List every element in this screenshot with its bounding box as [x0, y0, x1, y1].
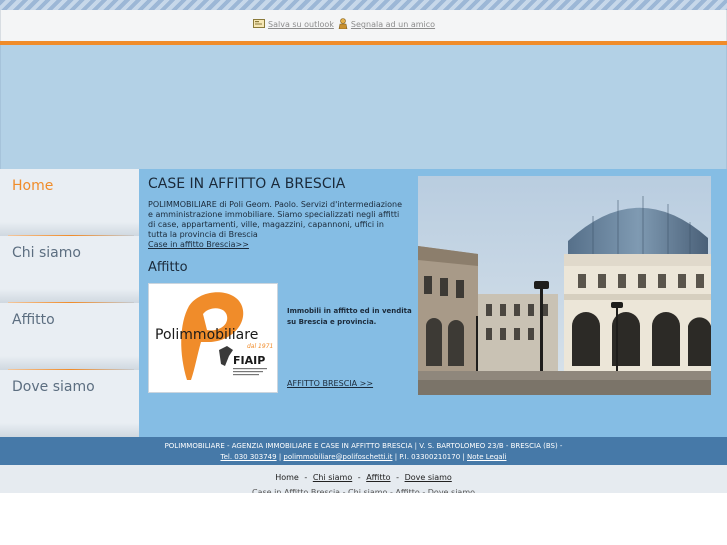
logo-name: Polimmobiliare — [155, 327, 258, 343]
toolbar-links: Salva su outlook Segnala ad un amico — [253, 18, 435, 31]
top-stripe — [0, 0, 727, 10]
sidebar-item-affitto[interactable]: Affitto — [0, 303, 139, 370]
sidebar-item-chi-siamo[interactable]: Chi siamo — [0, 236, 139, 303]
logo-since: dal 1971 — [247, 343, 273, 350]
footer-email-link[interactable]: polimmobiliare@polifoschetti.it — [283, 453, 392, 461]
promo-text: Immobili in affitto ed in vendita su Bre… — [287, 307, 412, 326]
bottom-nav: Home - Chi siamo - Affitto - Dove siamo … — [0, 465, 727, 493]
nav-shade — [0, 423, 139, 437]
nav-shade — [0, 356, 139, 370]
footer-piva: | P.I. 03300210170 | — [392, 453, 467, 461]
bottom-nav-home[interactable]: Home — [275, 473, 299, 482]
logo-graphic: Polimmobiliare dal 1971 FIAIP — [155, 292, 273, 380]
bottom-nav-links: Home - Chi siamo - Affitto - Dove siamo — [0, 473, 727, 482]
fiaip-badge: FIAIP — [233, 354, 265, 367]
nav-dash: - — [396, 473, 400, 482]
nav-shade — [0, 289, 139, 303]
sidebar-item-home[interactable]: Home — [0, 169, 139, 236]
bottom-nav-dove-siamo[interactable]: Dove siamo — [405, 473, 452, 482]
sidebar-item-label: Affitto — [12, 312, 55, 328]
main-content: CASE IN AFFITTO A BRESCIA POLIMMOBILIARE… — [139, 169, 727, 437]
footer-address: POLIMMOBILIARE - AGENZIA IMMOBILIARE E C… — [164, 442, 563, 450]
footer-contacts: Tel. 030 303749 | polimmobiliare@polifos… — [0, 453, 727, 461]
affitto-brescia-link[interactable]: AFFITTO BRESCIA >> — [287, 379, 373, 388]
nav-dash: - — [357, 473, 361, 482]
case-affitto-link[interactable]: Case in affitto Brescia>> — [148, 240, 249, 249]
piazza-photo — [418, 176, 711, 395]
bottom-nav-cut-line: Case in Affitto Brescia - Chi siamo - Af… — [0, 489, 727, 493]
company-logo: Polimmobiliare dal 1971 FIAIP — [148, 283, 278, 393]
bottom-nav-affitto[interactable]: Affitto — [366, 473, 390, 482]
save-outlook-link[interactable]: Salva su outlook — [268, 20, 334, 29]
intro-text: POLIMMOBILIARE di Poli Geom. Paolo. Serv… — [148, 200, 403, 250]
outlook-icon — [253, 19, 265, 30]
page-title: CASE IN AFFITTO A BRESCIA — [148, 176, 346, 192]
footer-tel-link[interactable]: Tel. 030 303749 — [220, 453, 276, 461]
bottom-nav-chi-siamo[interactable]: Chi siamo — [313, 473, 352, 482]
sidebar-item-dove-siamo[interactable]: Dove siamo — [0, 370, 139, 437]
footer-info: POLIMMOBILIARE - AGENZIA IMMOBILIARE E C… — [0, 437, 727, 465]
sidebar-nav: Home Chi siamo Affitto Dove siamo — [0, 169, 139, 437]
intro-description: POLIMMOBILIARE di Poli Geom. Paolo. Serv… — [148, 200, 403, 239]
top-toolbar: Salva su outlook Segnala ad un amico — [0, 10, 727, 41]
send-friend-link[interactable]: Segnala ad un amico — [351, 20, 435, 29]
sidebar-item-label: Home — [12, 178, 54, 194]
nav-dash: - — [304, 473, 308, 482]
header-banner — [0, 45, 727, 169]
sidebar-item-label: Dove siamo — [12, 379, 95, 395]
sidebar-item-label: Chi siamo — [12, 245, 81, 261]
friend-icon — [338, 18, 348, 31]
footer-legal-link[interactable]: Note Legali — [467, 453, 507, 461]
section-subtitle: Affitto — [148, 260, 188, 275]
nav-shade — [0, 222, 139, 236]
